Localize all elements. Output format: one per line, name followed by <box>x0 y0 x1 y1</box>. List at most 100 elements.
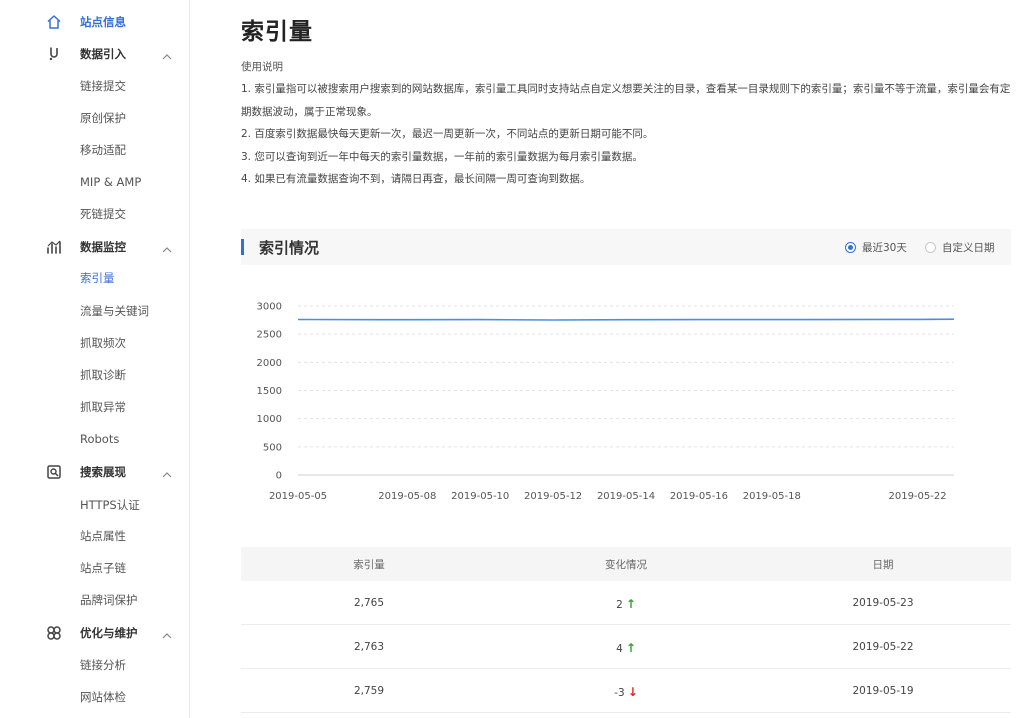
radio-unchecked-icon[interactable] <box>925 241 936 253</box>
sidebar-item[interactable]: 站点子链 <box>0 556 189 580</box>
sidebar-item[interactable]: 链接提交 <box>0 74 189 98</box>
sidebar-item-label: 死链提交 <box>80 207 126 221</box>
sidebar-item-label: 流量与关键词 <box>80 304 149 318</box>
arrow-up-icon: ↑ <box>625 641 636 655</box>
y-tick-label: 2000 <box>257 358 282 369</box>
cell-count: 2,765 <box>353 597 385 609</box>
index-section-header: 索引情况 最近30天 自定义日期 <box>241 229 1011 265</box>
cell-count: 2,759 <box>353 685 385 697</box>
cell-date: 2019-05-23 <box>852 597 914 609</box>
y-tick-label: 500 <box>263 442 282 453</box>
radio-checked-icon[interactable] <box>845 241 856 253</box>
sidebar-item-label: 链接提交 <box>80 79 126 93</box>
table-body: 2,765 2 ↑ 2019-05-23 2,763 4 ↑ 2019-05-22 2,759-… <box>241 581 1011 713</box>
table-row: 2,759 -3 ↓ 2019-05-19 <box>241 669 1011 713</box>
series-line[interactable] <box>297 318 955 321</box>
sidebar-group[interactable]: 站点信息 <box>0 10 189 34</box>
radio-last-30-days[interactable]: 最近30天 <box>845 240 907 254</box>
sidebar: 站点信息数据引入链接提交原创保护移动适配 MIP & AMP 死链提交数据监控索引量… <box>0 0 190 718</box>
sidebar-item[interactable]: 网站体检 <box>0 685 189 709</box>
arrow-up-icon: ↑ <box>625 597 636 611</box>
data-monitor-icon <box>45 238 63 256</box>
sidebar-item-label: 网站体检 <box>80 690 126 704</box>
index-table: 索引量 变化情况 日期 2,765 2 ↑ 2019-05-23 2,763 4 ↑ 2019… <box>241 547 1011 713</box>
table-header: 索引量 变化情况 日期 <box>241 547 1011 581</box>
sidebar-item[interactable]: Robots <box>0 427 189 451</box>
sidebar-item-label: 抓取频次 <box>80 336 126 350</box>
cell-change: 2 ↑ <box>498 597 754 611</box>
sidebar-item-label: 站点信息 <box>80 15 126 29</box>
sidebar-group[interactable]: 搜索展现 <box>0 460 189 484</box>
chevron-up-icon[interactable] <box>161 627 173 639</box>
sidebar-item-label: 链接分析 <box>80 658 126 672</box>
header-change: 变化情况 <box>605 559 647 571</box>
sidebar-item-label: 索引量 <box>80 271 115 285</box>
sidebar-item-label: 站点属性 <box>80 529 126 543</box>
sidebar-item-label: 抓取诊断 <box>80 368 126 382</box>
table-row: 2,763 4 ↑ 2019-05-22 <box>241 625 1011 669</box>
section-accent <box>241 239 244 255</box>
change-value: 2 <box>616 599 623 611</box>
sidebar-item[interactable]: 死链提交 <box>0 202 189 226</box>
sidebar-item[interactable]: 品牌词保护 <box>0 588 189 612</box>
sidebar-item-label: 数据监控 <box>80 240 126 254</box>
header-date: 日期 <box>872 559 894 571</box>
sidebar-item[interactable]: 索引量 <box>0 266 189 290</box>
y-tick-label: 2500 <box>257 330 282 341</box>
search-display-icon <box>45 463 63 481</box>
data-import-icon <box>45 45 63 63</box>
home-icon <box>45 13 63 31</box>
x-tick-label: 2019-05-18 <box>743 491 801 502</box>
sidebar-group[interactable]: 优化与维护 <box>0 621 189 645</box>
x-tick-label: 2019-05-08 <box>378 491 436 502</box>
sidebar-item-label: 抓取异常 <box>80 400 126 414</box>
y-tick-label: 0 <box>276 471 282 482</box>
sidebar-item[interactable]: 抓取诊断 <box>0 363 189 387</box>
page-title: 索引量 <box>241 19 313 45</box>
change-value: 4 <box>616 643 623 655</box>
y-tick-label: 1500 <box>257 386 282 397</box>
cell-date: 2019-05-22 <box>852 641 914 653</box>
sidebar-item[interactable]: 站点属性 <box>0 524 189 548</box>
change-value: -3 <box>614 687 625 699</box>
x-tick-label: 2019-05-14 <box>597 491 655 502</box>
sidebar-item-label: 品牌词保护 <box>80 593 138 607</box>
x-tick-label: 2019-05-16 <box>670 491 728 502</box>
sidebar-item[interactable]: 移动适配 <box>0 138 189 162</box>
sidebar-group[interactable]: 数据监控 <box>0 235 189 259</box>
radio-custom-date[interactable]: 自定义日期 <box>925 240 995 254</box>
header-count: 索引量 <box>353 559 385 571</box>
chevron-up-icon[interactable] <box>161 48 173 60</box>
chevron-up-icon[interactable] <box>161 466 173 478</box>
sidebar-item-label: Robots <box>80 432 120 446</box>
sidebar-item[interactable]: 原创保护 <box>0 106 189 130</box>
sidebar-item[interactable]: 流量与关键词 <box>0 299 189 323</box>
x-tick-label: 2019-05-22 <box>888 491 946 502</box>
sidebar-item[interactable]: 抓取频次 <box>0 331 189 355</box>
usage-line: 3. 您可以查询到近一年中每天的索引量数据，一年前的索引量数据为每月索引量数据。 <box>241 150 643 163</box>
usage-line: 4. 如果已有流量数据查询不到，请隔日再查，最长间隔一周可查询到数据。 <box>241 173 591 185</box>
sidebar-group[interactable]: 数据引入 <box>0 42 189 66</box>
sidebar-item-label: 移动适配 <box>80 143 126 157</box>
cell-count: 2,763 <box>353 641 385 653</box>
cell-change: 4 ↑ <box>498 641 754 655</box>
sidebar-item-label: 搜索展现 <box>80 465 126 479</box>
usage-title: 使用说明 <box>241 61 283 73</box>
chevron-up-icon[interactable] <box>161 241 173 253</box>
sidebar-item[interactable]: 链接分析 <box>0 653 189 677</box>
x-tick-label: 2019-05-05 <box>269 491 327 502</box>
y-tick-label: 3000 <box>257 302 282 313</box>
sidebar-item-label: HTTPS认证 <box>80 498 140 512</box>
x-tick-label: 2019-05-12 <box>524 491 582 502</box>
sidebar-item[interactable]: HTTPS认证 <box>0 493 189 517</box>
sidebar-item[interactable]: MIP & AMP <box>0 170 189 194</box>
sidebar-item[interactable]: 抓取异常 <box>0 395 189 419</box>
arrow-down-icon: ↓ <box>627 685 638 699</box>
usage-line: 2. 百度索引数据最快每天更新一次，最迟一周更新一次，不同站点的更新日期可能不同… <box>241 128 654 140</box>
x-tick-label: 2019-05-10 <box>451 491 509 502</box>
sidebar-item-label: 原创保护 <box>80 111 126 125</box>
index-line-chart: 3000 2500 2000 1500 1000 500 0 2019-05-05 2019-0… <box>257 302 955 502</box>
optimize-icon <box>45 624 63 642</box>
y-tick-label: 1000 <box>257 414 282 425</box>
sidebar-item-label: 站点子链 <box>80 561 126 575</box>
